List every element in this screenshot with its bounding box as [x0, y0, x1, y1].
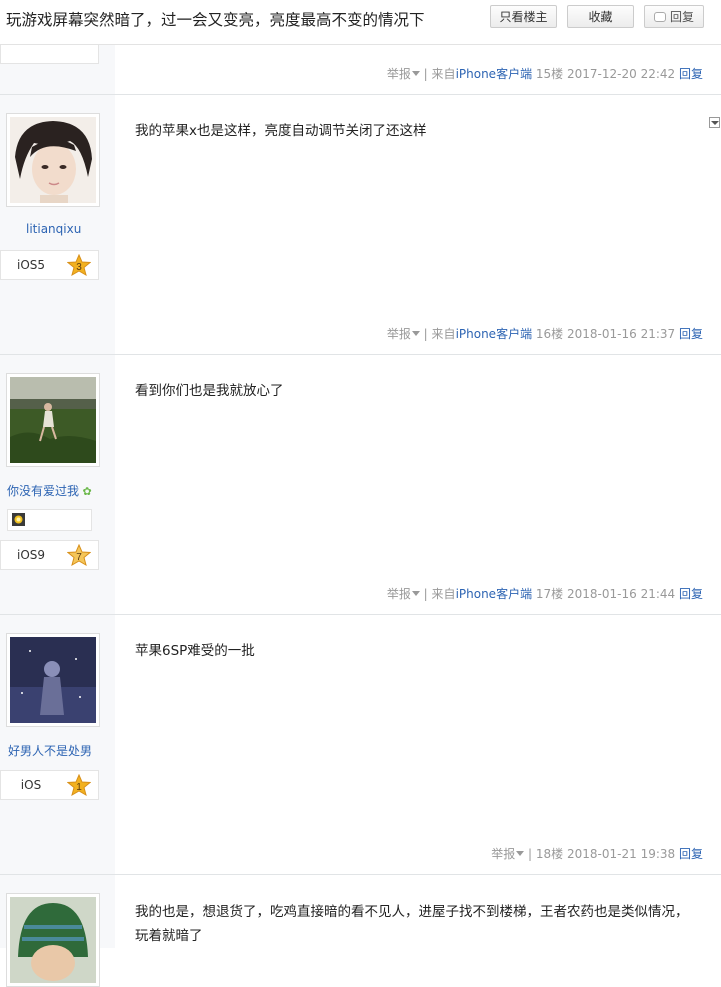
- client-link[interactable]: iPhone客户端: [456, 67, 533, 81]
- post-content: 看到你们也是我就放心了: [135, 383, 284, 399]
- post-time: 2018-01-16 21:37: [567, 327, 676, 341]
- floor-number: 18楼: [535, 847, 564, 861]
- avatar[interactable]: [6, 373, 100, 467]
- post-reply-link[interactable]: 回复: [679, 587, 703, 601]
- thread-title: 玩游戏屏幕突然暗了，过一会又变亮，亮度最高不变的情况下: [6, 11, 425, 29]
- floor-number: 16楼: [535, 327, 564, 341]
- post-content: 苹果6SP难受的一批: [135, 643, 255, 659]
- post-divider: [0, 354, 721, 355]
- post-time: 2018-01-16 21:44: [567, 587, 676, 601]
- dropdown-triangle-icon: [411, 591, 420, 596]
- client-link[interactable]: iPhone客户端: [456, 327, 533, 341]
- post-divider: [0, 614, 721, 615]
- avatar-image: [10, 377, 96, 463]
- collapse-icon[interactable]: [709, 117, 720, 128]
- level-star-icon: 3: [67, 254, 91, 276]
- medal-icon[interactable]: [12, 513, 25, 526]
- post-footer: 举报 | 18楼 2018-01-21 19:38 回复: [491, 847, 703, 861]
- post-content: 我的苹果x也是这样，亮度自动调节关闭了还这样: [135, 123, 427, 139]
- avatar[interactable]: [6, 893, 100, 987]
- post-reply-link[interactable]: 回复: [679, 847, 703, 861]
- post-divider: [0, 94, 721, 95]
- svg-text:7: 7: [76, 552, 82, 563]
- avatar-image: [10, 897, 96, 983]
- badge-box[interactable]: iOS5 3: [0, 250, 99, 280]
- post-reply-link[interactable]: 回复: [679, 67, 703, 81]
- floor-number: 17楼: [535, 587, 564, 601]
- thread-header: 玩游戏屏幕突然暗了，过一会又变亮，亮度最高不变的情况下 只看楼主 收藏 回复: [0, 0, 721, 45]
- post-content: 我的也是，想退货了，吃鸡直接暗的看不见人，进屋子找不到楼梯，王者农药也是类似情况…: [135, 904, 689, 944]
- dropdown-triangle-icon: [411, 71, 420, 76]
- report-link[interactable]: 举报: [387, 327, 420, 341]
- floor-number: 15楼: [535, 67, 564, 81]
- collect-button[interactable]: 收藏: [567, 5, 634, 28]
- avatar-image: [10, 637, 96, 723]
- badge-box[interactable]: iOS9 7: [0, 540, 99, 570]
- sprout-icon: ✿: [79, 485, 92, 498]
- svg-text:1: 1: [76, 782, 82, 793]
- level-star-icon: 1: [67, 774, 91, 796]
- reply-button[interactable]: 回复: [644, 5, 704, 28]
- post-time: 2018-01-21 19:38: [567, 847, 676, 861]
- badge-label: iOS: [20, 778, 42, 792]
- badge-box[interactable]: iOS 1: [0, 770, 99, 800]
- post-footer: 举报 | 来自iPhone客户端 15楼 2017-12-20 22:42 回复: [386, 67, 703, 81]
- avatar[interactable]: [6, 633, 100, 727]
- avatar-image: [10, 117, 96, 203]
- badge-label: iOS9: [16, 548, 46, 562]
- reply-button-label: 回复: [669, 10, 694, 24]
- username-link[interactable]: litianqixu: [26, 222, 81, 236]
- svg-text:3: 3: [76, 262, 82, 273]
- dropdown-triangle-icon: [516, 851, 525, 856]
- level-star-icon: 7: [67, 544, 91, 566]
- report-link[interactable]: 举报: [387, 67, 420, 81]
- report-link[interactable]: 举报: [387, 587, 420, 601]
- author-only-button[interactable]: 只看楼主: [490, 5, 557, 28]
- report-link[interactable]: 举报: [491, 847, 525, 861]
- avatar[interactable]: [6, 113, 100, 207]
- username-link[interactable]: 好男人不是处男: [8, 742, 92, 759]
- post-footer: 举报 | 来自iPhone客户端 17楼 2018-01-16 21:44 回复: [386, 587, 703, 601]
- post-reply-link[interactable]: 回复: [679, 327, 703, 341]
- badge-box: [0, 44, 99, 64]
- username-link[interactable]: 你没有爱过我 ✿: [7, 482, 92, 499]
- dropdown-triangle-icon: [411, 331, 420, 336]
- post-divider: [0, 874, 721, 875]
- post-footer: 举报 | 来自iPhone客户端 16楼 2018-01-16 21:37 回复: [386, 327, 703, 341]
- comment-bubble-icon: [653, 12, 666, 22]
- medal-slot: [7, 509, 92, 531]
- badge-label: iOS5: [16, 258, 46, 272]
- client-link[interactable]: iPhone客户端: [456, 587, 533, 601]
- post-time: 2017-12-20 22:42: [567, 67, 676, 81]
